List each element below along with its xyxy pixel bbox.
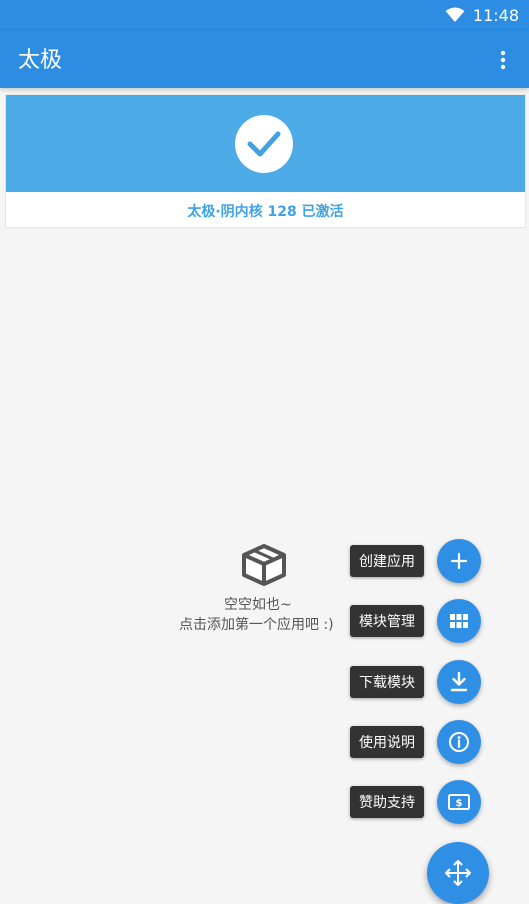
app-title: 太极 <box>18 48 63 73</box>
plus-icon <box>450 552 468 570</box>
overflow-menu-button[interactable] <box>487 44 519 76</box>
svg-text:$: $ <box>456 798 463 809</box>
empty-state-title: 空空如也~ <box>224 597 292 613</box>
activation-status-text: 太极·阴内核 128 已激活 <box>187 204 344 220</box>
check-circle <box>235 115 293 173</box>
status-right: 11:48 <box>445 4 519 26</box>
empty-state-subtitle: 点击添加第一个应用吧 :) <box>179 617 334 633</box>
info-icon <box>449 732 469 752</box>
empty-state-icon-wrap <box>240 543 288 591</box>
box-icon <box>242 544 286 586</box>
status-time: 11:48 <box>472 5 519 25</box>
fab-label-create-app[interactable]: 创建应用 <box>350 545 424 577</box>
fab-label-sponsor[interactable]: 赞助支持 <box>350 786 424 818</box>
fab-label-module-manage[interactable]: 模块管理 <box>350 605 424 637</box>
main-fab-button[interactable] <box>427 842 489 904</box>
fab-module-manage[interactable]: 模块管理 <box>350 599 481 643</box>
create-app-button[interactable] <box>437 539 481 583</box>
wifi-icon <box>445 7 465 22</box>
grid-icon <box>450 614 468 628</box>
fab-instructions[interactable]: 使用说明 <box>350 720 481 764</box>
status-bar: 11:48 <box>0 0 529 30</box>
money-icon: $ <box>448 794 470 810</box>
sponsor-button[interactable]: $ <box>437 780 481 824</box>
more-vert-icon <box>500 50 506 70</box>
app-bar: 太极 <box>0 30 529 88</box>
module-manage-button[interactable] <box>437 599 481 643</box>
fab-create-app[interactable]: 创建应用 <box>350 539 481 583</box>
download-icon <box>450 672 468 692</box>
download-module-button[interactable] <box>437 660 481 704</box>
fab-sponsor[interactable]: 赞助支持 $ <box>350 780 481 824</box>
instructions-button[interactable] <box>437 720 481 764</box>
check-icon <box>247 131 281 157</box>
fab-label-instructions[interactable]: 使用说明 <box>350 726 424 758</box>
status-banner <box>6 95 525 192</box>
status-card: 太极·阴内核 128 已激活 <box>5 94 526 228</box>
move-arrows-icon <box>445 860 471 886</box>
fab-download-module[interactable]: 下载模块 <box>350 660 481 704</box>
fab-label-download-module[interactable]: 下载模块 <box>350 666 424 698</box>
